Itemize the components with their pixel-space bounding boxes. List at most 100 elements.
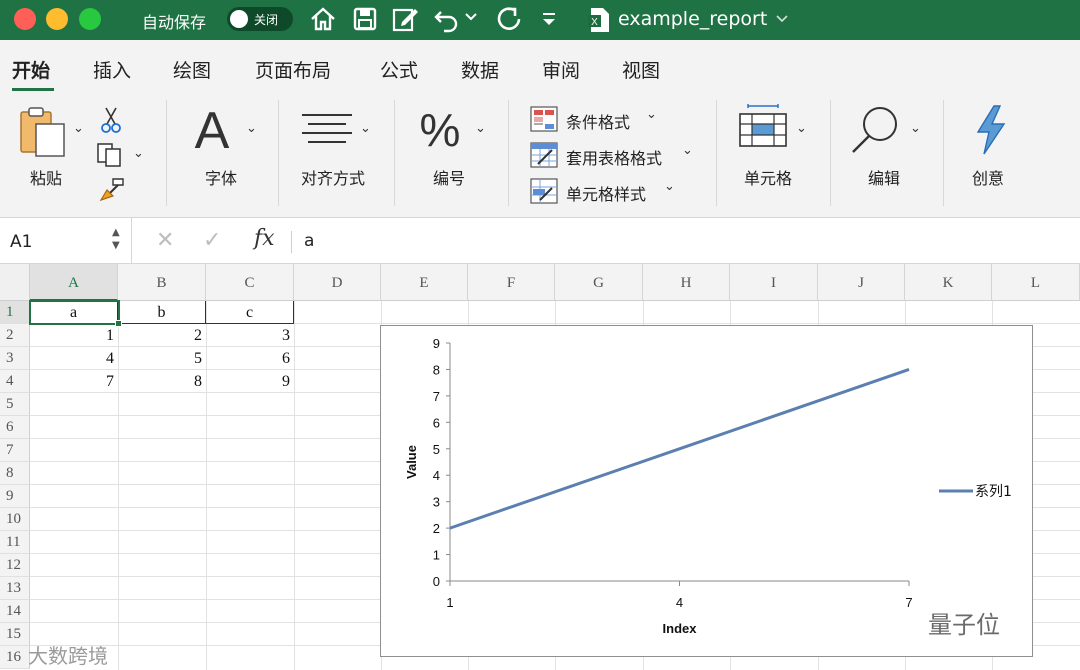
undo-icon[interactable] bbox=[432, 4, 462, 34]
row-header[interactable]: 4 bbox=[0, 370, 30, 393]
column-header[interactable]: B bbox=[118, 264, 206, 301]
row-header[interactable]: 11 bbox=[0, 531, 30, 554]
active-cell-selection[interactable] bbox=[29, 300, 120, 325]
redo-icon[interactable] bbox=[494, 4, 524, 34]
row-header[interactable]: 5 bbox=[0, 393, 30, 416]
format-as-table-label[interactable]: 套用表格格式 bbox=[566, 145, 662, 169]
cell-styles-icon[interactable] bbox=[530, 178, 558, 208]
row-header[interactable]: 3 bbox=[0, 347, 30, 370]
column-header[interactable]: D bbox=[294, 264, 381, 301]
row-header[interactable]: 1 bbox=[0, 301, 30, 324]
copy-icon[interactable] bbox=[96, 142, 126, 172]
format-as-table-icon[interactable] bbox=[530, 142, 558, 172]
cells-icon[interactable] bbox=[738, 104, 788, 154]
conditional-formatting-chevron-icon[interactable]: ⌄ bbox=[646, 107, 657, 122]
row-header[interactable]: 16 bbox=[0, 646, 30, 669]
fill-handle[interactable] bbox=[115, 320, 122, 327]
insert-function-icon[interactable]: fx bbox=[254, 226, 275, 251]
row-header[interactable]: 2 bbox=[0, 324, 30, 347]
column-header[interactable]: J bbox=[818, 264, 905, 301]
row-header[interactable]: 9 bbox=[0, 485, 30, 508]
name-box-stepper-icon[interactable]: ▲ ▼ bbox=[112, 226, 120, 252]
paste-icon[interactable] bbox=[18, 106, 68, 162]
tab-home[interactable]: 开始 bbox=[12, 56, 50, 83]
tab-data[interactable]: 数据 bbox=[461, 56, 499, 83]
spreadsheet-grid[interactable]: A B C D E F G H I J K L 1 2 3 4 5 6 7 8 … bbox=[0, 264, 1080, 670]
row-header[interactable]: 8 bbox=[0, 462, 30, 485]
select-all-corner[interactable] bbox=[0, 264, 30, 301]
name-box-value[interactable]: A1 bbox=[10, 232, 32, 252]
tab-draw[interactable]: 绘图 bbox=[173, 56, 211, 83]
row-header[interactable]: 12 bbox=[0, 554, 30, 577]
name-box[interactable]: A1 ▲ ▼ bbox=[0, 218, 132, 264]
cell-a4[interactable]: 7 bbox=[30, 370, 118, 393]
number-chevron-down-icon[interactable]: ⌄ bbox=[475, 121, 486, 136]
home-icon[interactable] bbox=[308, 4, 338, 34]
cell-c4[interactable]: 9 bbox=[206, 370, 294, 393]
undo-dropdown-chevron-icon[interactable] bbox=[463, 8, 479, 38]
active-tab-indicator bbox=[12, 88, 54, 91]
customize-toolbar-icon[interactable] bbox=[538, 7, 562, 37]
row-header[interactable]: 13 bbox=[0, 577, 30, 600]
conditional-formatting-icon[interactable] bbox=[530, 106, 558, 136]
cell-c1[interactable]: c bbox=[206, 301, 294, 324]
cell-b2[interactable]: 2 bbox=[118, 324, 206, 347]
minimize-window-button[interactable] bbox=[46, 8, 68, 30]
align-chevron-down-icon[interactable]: ⌄ bbox=[360, 121, 371, 136]
y-tick-label: 2 bbox=[433, 521, 440, 536]
tab-view[interactable]: 视图 bbox=[622, 56, 660, 83]
cancel-formula-icon[interactable]: ✕ bbox=[156, 228, 174, 253]
column-header[interactable]: G bbox=[555, 264, 643, 301]
tab-page-layout[interactable]: 页面布局 bbox=[255, 56, 331, 83]
row-header[interactable]: 10 bbox=[0, 508, 30, 531]
svg-text:%: % bbox=[420, 106, 461, 152]
row-header[interactable]: 15 bbox=[0, 623, 30, 646]
percent-icon[interactable]: % bbox=[418, 104, 464, 156]
tab-review[interactable]: 审阅 bbox=[542, 56, 580, 83]
title-chevron-down-icon[interactable] bbox=[774, 10, 790, 30]
align-icon[interactable] bbox=[302, 112, 354, 150]
editing-chevron-down-icon[interactable]: ⌄ bbox=[910, 121, 921, 136]
paste-chevron-down-icon[interactable]: ⌄ bbox=[73, 121, 84, 136]
cell-b1[interactable]: b bbox=[118, 301, 206, 324]
column-header[interactable]: K bbox=[905, 264, 992, 301]
formula-input[interactable]: a bbox=[304, 231, 314, 251]
column-header[interactable]: E bbox=[381, 264, 468, 301]
close-window-button[interactable] bbox=[14, 8, 36, 30]
font-chevron-down-icon[interactable]: ⌄ bbox=[246, 121, 257, 136]
column-header[interactable]: L bbox=[992, 264, 1080, 301]
format-painter-icon[interactable] bbox=[98, 176, 126, 206]
search-icon[interactable] bbox=[850, 104, 902, 160]
ribbon-separator bbox=[716, 100, 717, 206]
font-icon[interactable]: A bbox=[190, 102, 236, 160]
zoom-window-button[interactable] bbox=[79, 8, 101, 30]
cell-styles-label[interactable]: 单元格样式 bbox=[566, 181, 646, 205]
column-header[interactable]: F bbox=[468, 264, 555, 301]
cells-chevron-down-icon[interactable]: ⌄ bbox=[796, 121, 807, 136]
cell-c3[interactable]: 6 bbox=[206, 347, 294, 370]
column-header[interactable]: C bbox=[206, 264, 294, 301]
cell-a3[interactable]: 4 bbox=[30, 347, 118, 370]
autosave-toggle[interactable]: 关闭 bbox=[227, 7, 293, 31]
column-header[interactable]: H bbox=[643, 264, 730, 301]
save-icon[interactable] bbox=[350, 4, 380, 34]
cell-c2[interactable]: 3 bbox=[206, 324, 294, 347]
cell-styles-chevron-icon[interactable]: ⌄ bbox=[664, 179, 675, 194]
column-header[interactable]: I bbox=[730, 264, 818, 301]
column-header[interactable]: A bbox=[30, 264, 118, 301]
row-header[interactable]: 7 bbox=[0, 439, 30, 462]
row-header[interactable]: 6 bbox=[0, 416, 30, 439]
copy-chevron-down-icon[interactable]: ⌄ bbox=[133, 146, 144, 161]
row-header[interactable]: 14 bbox=[0, 600, 30, 623]
cell-b3[interactable]: 5 bbox=[118, 347, 206, 370]
conditional-formatting-label[interactable]: 条件格式 bbox=[566, 109, 630, 133]
cell-b4[interactable]: 8 bbox=[118, 370, 206, 393]
edit-document-icon[interactable] bbox=[390, 4, 420, 34]
cut-icon[interactable] bbox=[100, 106, 122, 138]
ideas-lightning-icon[interactable] bbox=[970, 104, 1010, 160]
confirm-formula-icon[interactable]: ✓ bbox=[203, 228, 221, 253]
tab-formulas[interactable]: 公式 bbox=[380, 56, 418, 83]
format-as-table-chevron-icon[interactable]: ⌄ bbox=[682, 143, 693, 158]
cell-a2[interactable]: 1 bbox=[30, 324, 118, 347]
tab-insert[interactable]: 插入 bbox=[93, 56, 131, 83]
